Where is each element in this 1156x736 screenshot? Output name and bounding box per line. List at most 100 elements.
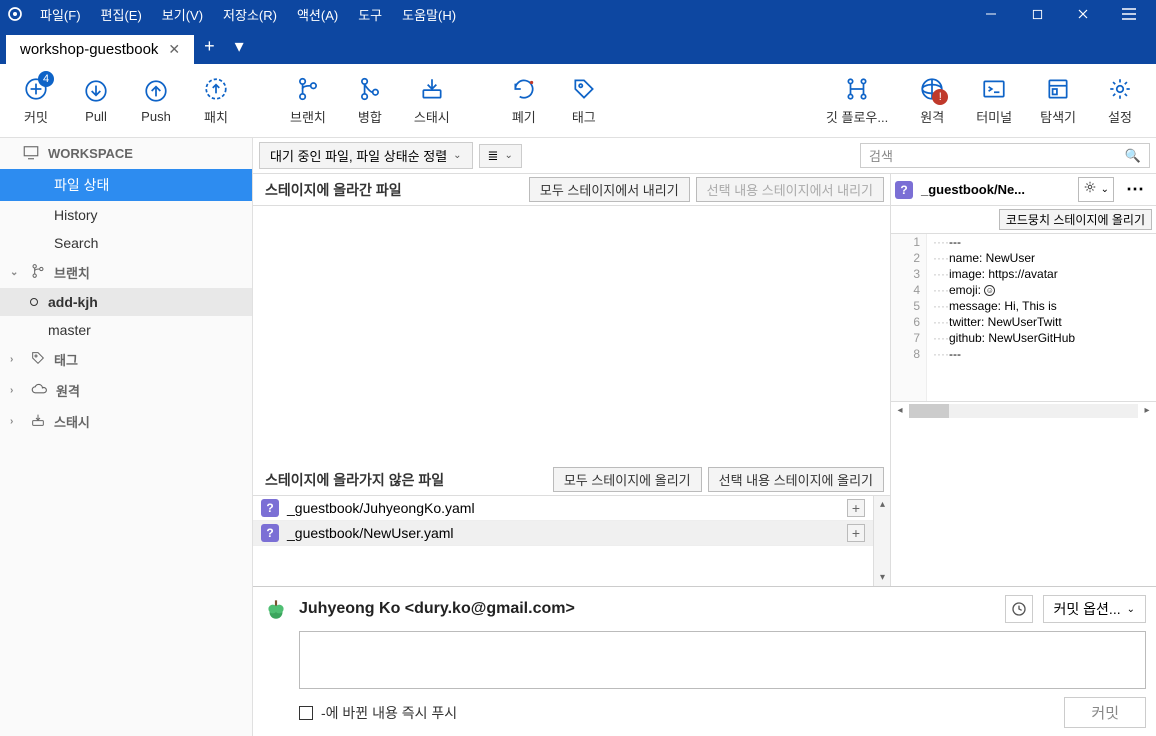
tabbar: workshop-guestbook ✕ + ▾ [0,28,1156,64]
unstaged-title: 스테이지에 올라가지 않은 파일 [259,470,450,490]
merge-button[interactable]: 병합 [340,69,400,132]
search-icon: 🔍 [1125,148,1141,164]
scroll-down-icon[interactable]: ▾ [874,569,891,586]
menu-repo[interactable]: 저장소(R) [213,1,287,28]
chevron-down-icon: ⌄ [453,150,461,161]
commit-icon: 4 [22,75,50,103]
menu-edit[interactable]: 편집(E) [91,1,152,28]
sidebar-item-search[interactable]: Search [0,229,252,257]
menu-file[interactable]: 파일(F) [30,1,91,28]
stage-file-button[interactable]: + [847,499,865,517]
branch-item-add-kjh[interactable]: add-kjh [0,288,252,316]
window-maximize-button[interactable] [1014,0,1060,28]
remote-icon: ! [918,75,946,103]
pending-sort-dropdown[interactable]: 대기 중인 파일, 파일 상태순 정렬⌄ [259,142,473,169]
diff-options-button[interactable]: ⌄ [1078,177,1114,202]
stage-all-button[interactable]: 모두 스테이지에 올리기 [553,467,702,492]
commit-message-input[interactable] [299,631,1146,689]
tags-header[interactable]: › 태그 [0,344,252,375]
tag-button[interactable]: 태그 [554,69,614,132]
scroll-up-icon[interactable]: ▴ [874,496,891,513]
patch-button[interactable]: 패치 [186,69,246,132]
unstage-selected-button[interactable]: 선택 내용 스테이지에서 내리기 [696,177,884,202]
hamburger-icon[interactable] [1106,0,1152,28]
window-close-button[interactable] [1060,0,1106,28]
push-immediately-checkbox[interactable] [299,706,313,720]
workspace-header[interactable]: WORKSPACE [0,138,252,169]
window-minimize-button[interactable] [968,0,1014,28]
menu-tools[interactable]: 도구 [348,1,392,28]
discard-button[interactable]: 폐기 [494,69,554,132]
monitor-icon [22,144,40,163]
gitflow-icon [843,75,871,103]
gear-icon [1106,75,1134,103]
commit-count-badge: 4 [38,71,54,87]
line-number-gutter: 12345678 [891,234,927,401]
unknown-file-icon: ? [261,499,279,517]
emoji-icon: ☺ [984,285,995,296]
view-mode-dropdown[interactable]: ≣⌄ [479,144,522,168]
unstaged-scrollbar[interactable]: ▴ ▾ [873,496,890,586]
commit-submit-button[interactable]: 커밋 [1064,697,1146,728]
terminal-button[interactable]: 터미널 [962,69,1026,132]
terminal-icon [980,75,1008,103]
menu-action[interactable]: 액션(A) [287,1,348,28]
diff-lines: ····--- ····name: NewUser ····image: htt… [927,234,1156,401]
scroll-left-icon[interactable]: ◂ [891,405,909,416]
remote-alert-icon: ! [932,89,948,105]
push-icon [142,77,170,105]
repo-tab-label: workshop-guestbook [20,41,158,58]
unstaged-header: 스테이지에 올라가지 않은 파일 모두 스테이지에 올리기 선택 내용 스테이지… [253,464,890,496]
sidebar-item-file-status[interactable]: 파일 상태 [0,169,252,201]
push-button[interactable]: Push [126,71,186,130]
explorer-button[interactable]: 탐색기 [1026,69,1090,132]
content-area: 대기 중인 파일, 파일 상태순 정렬⌄ ≣⌄ 검색 🔍 스테이지에 올라간 파… [253,138,1156,736]
more-actions-button[interactable]: ⋯ [1118,179,1152,200]
commit-header: Juhyeong Ko <dury.ko@gmail.com> 커밋 옵션...… [263,595,1146,623]
search-placeholder: 검색 [869,146,1125,165]
stashes-header[interactable]: › 스태시 [0,406,252,437]
menu-help[interactable]: 도움말(H) [392,1,466,28]
tab-menu-caret-icon[interactable]: ▾ [225,28,254,64]
commit-footer: -에 바뀐 내용 즉시 푸시 커밋 [263,697,1146,728]
branch-button[interactable]: 브랜치 [276,69,340,132]
stash-button[interactable]: 스태시 [400,69,464,132]
sidebar-item-history[interactable]: History [0,201,252,229]
branch-item-master[interactable]: master [0,316,252,344]
chevron-right-icon: › [10,416,22,427]
gitflow-button[interactable]: 깃 플로우... [812,69,902,132]
diff-h-scrollbar[interactable]: ◂ ▸ [891,401,1156,419]
stage-file-button[interactable]: + [847,524,865,542]
gear-icon [1083,180,1097,199]
close-tab-icon[interactable]: ✕ [168,41,180,58]
search-input[interactable]: 검색 🔍 [860,143,1150,168]
tag-icon [570,75,598,103]
settings-button[interactable]: 설정 [1090,69,1150,132]
unknown-file-icon: ? [261,524,279,542]
pull-icon [82,77,110,105]
stage-selected-button[interactable]: 선택 내용 스테이지에 올리기 [708,467,884,492]
unstaged-file-row[interactable]: ? _guestbook/JuhyeongKo.yaml + [253,496,873,521]
diff-view[interactable]: 12345678 ····--- ····name: NewUser ····i… [891,234,1156,401]
commit-author: Juhyeong Ko <dury.ko@gmail.com> [299,600,995,618]
app-logo-icon [0,6,30,22]
commit-history-button[interactable] [1005,595,1033,623]
remote-button[interactable]: ! 원격 [902,69,962,132]
branches-header[interactable]: ⌄ 브랜치 [0,257,252,288]
commit-button[interactable]: 4 커밋 [6,69,66,132]
main-area: WORKSPACE 파일 상태 History Search ⌄ 브랜치 add… [0,138,1156,736]
menu-view[interactable]: 보기(V) [152,1,213,28]
stage-hunk-button[interactable]: 코드뭉치 스테이지에 올리기 [999,209,1152,230]
unstaged-file-row[interactable]: ? _guestbook/NewUser.yaml + [253,521,873,546]
scrollbar-thumb[interactable] [909,404,949,418]
unstage-all-button[interactable]: 모두 스테이지에서 내리기 [529,177,690,202]
toolbar: 4 커밋 Pull Push 패치 브랜치 병합 스태시 폐기 태그 깃 플로우… [0,64,1156,138]
pull-button[interactable]: Pull [66,71,126,130]
scroll-right-icon[interactable]: ▸ [1138,405,1156,416]
remotes-header[interactable]: › 원격 [0,375,252,406]
commit-options-dropdown[interactable]: 커밋 옵션...⌄ [1043,595,1146,623]
staged-file-list [253,206,890,464]
new-tab-button[interactable]: + [194,28,225,64]
repo-tab[interactable]: workshop-guestbook ✕ [6,35,194,64]
commit-panel: Juhyeong Ko <dury.ko@gmail.com> 커밋 옵션...… [253,586,1156,736]
